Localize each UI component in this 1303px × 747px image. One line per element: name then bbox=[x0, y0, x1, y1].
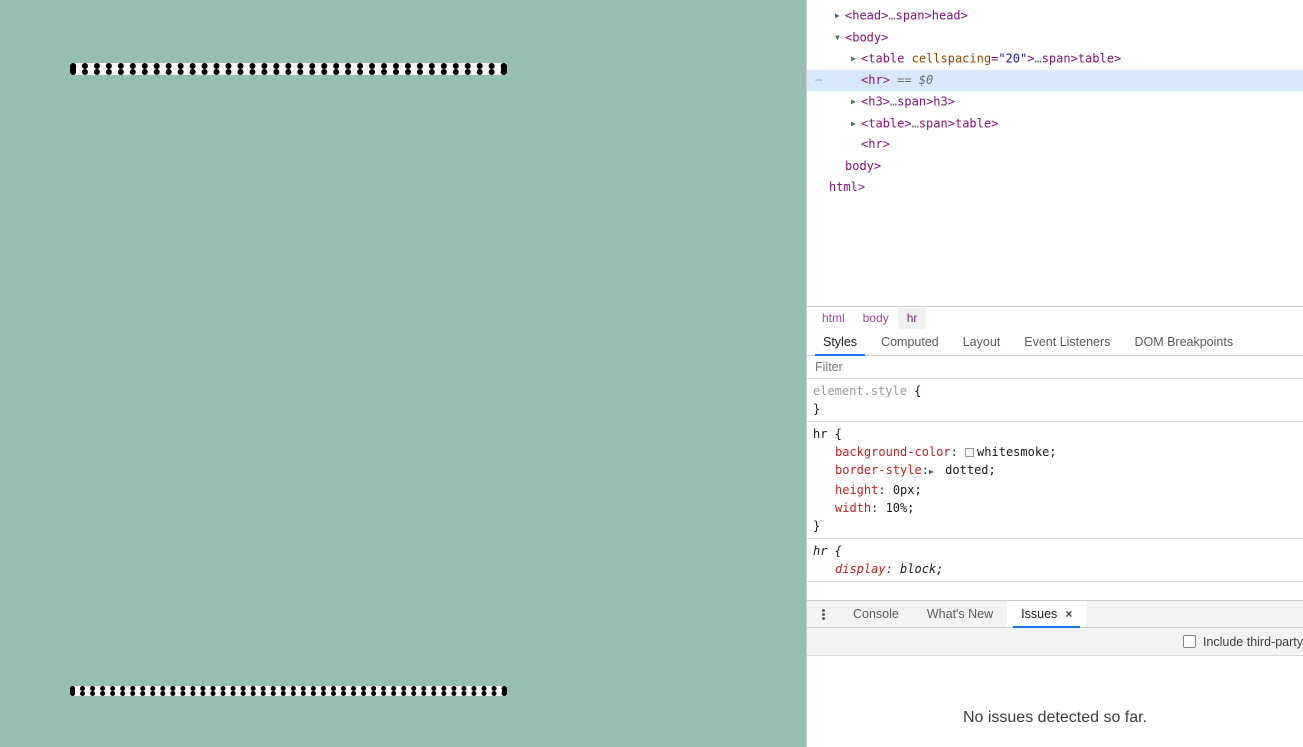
node-ellipsis-badge[interactable]: ⋯ bbox=[815, 70, 823, 92]
styles-pane-tabs: Styles Computed Layout Event Listeners DOM B… bbox=[807, 329, 1303, 356]
disclosure-triangle-collapsed-icon[interactable]: ▶ bbox=[851, 48, 861, 70]
horizontal-rule-top bbox=[70, 63, 507, 75]
css-property[interactable]: height bbox=[835, 483, 878, 497]
styles-filter-input[interactable] bbox=[815, 360, 1255, 374]
drawer-tab-label: What's New bbox=[926, 607, 994, 621]
color-swatch-icon[interactable] bbox=[965, 448, 975, 457]
css-rule-block[interactable]: hr {display: block; bbox=[807, 539, 1303, 582]
css-value[interactable]: 10%; bbox=[886, 501, 915, 515]
css-value[interactable]: block; bbox=[900, 562, 943, 576]
css-declaration[interactable]: border-style:▶ dotted; bbox=[813, 461, 1303, 481]
dom-node-row[interactable]: ▶ <table>…span>table> bbox=[807, 113, 1303, 135]
css-declaration[interactable]: height: 0px; bbox=[813, 481, 1303, 499]
include-third-party-checkbox[interactable]: Include third-party bbox=[1182, 634, 1303, 649]
dom-node-label: html> bbox=[829, 180, 866, 194]
css-selector[interactable]: hr { bbox=[813, 542, 1303, 560]
disclosure-triangle-collapsed-icon[interactable]: ▶ bbox=[835, 5, 845, 27]
devtools-drawer: Console What's New Issues × Include third-p… bbox=[807, 600, 1303, 747]
css-declaration[interactable]: background-color: whitesmoke; bbox=[813, 443, 1303, 461]
tab-event-listeners[interactable]: Event Listeners bbox=[1012, 329, 1122, 355]
horizontal-rule-bottom bbox=[70, 686, 507, 696]
tab-styles[interactable]: Styles bbox=[811, 329, 869, 356]
dom-node-label: <table>…span>table> bbox=[861, 115, 999, 130]
issues-empty-message: No issues detected so far. bbox=[962, 709, 1148, 726]
dom-node-row[interactable]: ▶ <head>…span>head> bbox=[807, 5, 1303, 27]
include-third-party-label: Include third-party bbox=[1202, 634, 1303, 649]
dom-node-row[interactable]: ▶ <table cellspacing="20">…span>table> bbox=[807, 48, 1303, 70]
css-value[interactable]: dotted; bbox=[945, 463, 996, 477]
page-viewport bbox=[0, 0, 806, 747]
drawer-tab-what-s-new[interactable]: What's New bbox=[913, 601, 1007, 627]
css-property[interactable]: width bbox=[835, 501, 871, 515]
css-rule-close-brace: } bbox=[813, 402, 821, 416]
styles-rules-pane[interactable]: element.style {} hr {background-color: wh… bbox=[807, 379, 1303, 600]
drawer-tab-issues[interactable]: Issues × bbox=[1007, 601, 1087, 628]
tab-dom-breakpoints[interactable]: DOM Breakpoints bbox=[1122, 329, 1245, 355]
dom-node-label: <head>…span>head> bbox=[845, 8, 968, 23]
css-rule-block[interactable]: hr {background-color: whitesmoke; border-… bbox=[807, 422, 1303, 539]
tab-computed[interactable]: Computed bbox=[869, 329, 951, 355]
css-declaration[interactable]: display: block; bbox=[813, 560, 1303, 578]
css-rule-close-brace: } bbox=[813, 519, 821, 533]
dom-node-label: <h3>…span>h3> bbox=[861, 94, 955, 109]
css-value[interactable]: whitesmoke; bbox=[977, 445, 1056, 459]
drawer-tab-label: Console bbox=[853, 607, 899, 621]
dom-node-label: <hr> == $0 bbox=[861, 72, 934, 87]
more-vertical-icon[interactable] bbox=[807, 601, 839, 627]
dom-node-row[interactable]: body> bbox=[807, 156, 1303, 178]
dom-node-row[interactable]: ⋯ <hr> == $0 bbox=[807, 69, 1303, 92]
issues-toolbar: Include third-party bbox=[807, 628, 1303, 656]
dom-node-row[interactable]: html> bbox=[807, 177, 1303, 199]
drawer-tabs: Console What's New Issues × bbox=[807, 601, 1303, 628]
issues-body: No issues detected so far. bbox=[807, 656, 1303, 747]
breadcrumb-item-body[interactable]: body bbox=[854, 308, 898, 329]
drawer-tab-label: Issues bbox=[1021, 607, 1058, 621]
dom-node-label: <hr> bbox=[861, 137, 890, 151]
styles-filter-bar[interactable] bbox=[807, 356, 1303, 379]
css-selector[interactable]: hr { bbox=[813, 425, 1303, 443]
close-icon[interactable]: × bbox=[1065, 607, 1072, 621]
devtools-panel: ▶ <head>…span>head> ▼ <body> ▶ <table cellspa… bbox=[806, 0, 1303, 747]
css-property[interactable]: display bbox=[835, 562, 886, 576]
breadcrumb-item-hr[interactable]: hr bbox=[897, 307, 927, 329]
dom-node-label: <table cellspacing="20">…span>table> bbox=[861, 51, 1122, 66]
dom-node-row[interactable]: ▼ <body> bbox=[807, 27, 1303, 49]
disclosure-triangle-collapsed-icon[interactable]: ▶ bbox=[851, 113, 861, 135]
css-property[interactable]: border-style bbox=[835, 463, 922, 477]
breadcrumb: html body hr bbox=[807, 306, 1303, 329]
tab-layout[interactable]: Layout bbox=[951, 329, 1013, 355]
expand-shorthand-icon[interactable]: ▶ bbox=[929, 463, 938, 481]
css-declaration[interactable]: width: 10%; bbox=[813, 499, 1303, 517]
dom-node-row[interactable]: <hr> bbox=[807, 134, 1303, 156]
breadcrumb-item-html[interactable]: html bbox=[813, 308, 854, 329]
disclosure-triangle-collapsed-icon[interactable]: ▶ bbox=[851, 91, 861, 113]
disclosure-triangle-expanded-icon[interactable]: ▼ bbox=[835, 27, 845, 49]
css-rule-block[interactable]: element.style {} bbox=[807, 379, 1303, 422]
css-value[interactable]: 0px; bbox=[893, 483, 922, 497]
dom-tree[interactable]: ▶ <head>…span>head> ▼ <body> ▶ <table cellspa… bbox=[807, 0, 1303, 306]
css-property[interactable]: background-color bbox=[835, 445, 951, 459]
dom-node-row[interactable]: ▶ <h3>…span>h3> bbox=[807, 91, 1303, 113]
css-selector[interactable]: element.style { bbox=[813, 382, 1303, 400]
dom-node-label: body> bbox=[845, 158, 882, 173]
checkbox-icon[interactable] bbox=[1182, 635, 1196, 648]
dom-node-label: <body> bbox=[845, 29, 889, 44]
drawer-tab-console[interactable]: Console bbox=[839, 601, 913, 627]
